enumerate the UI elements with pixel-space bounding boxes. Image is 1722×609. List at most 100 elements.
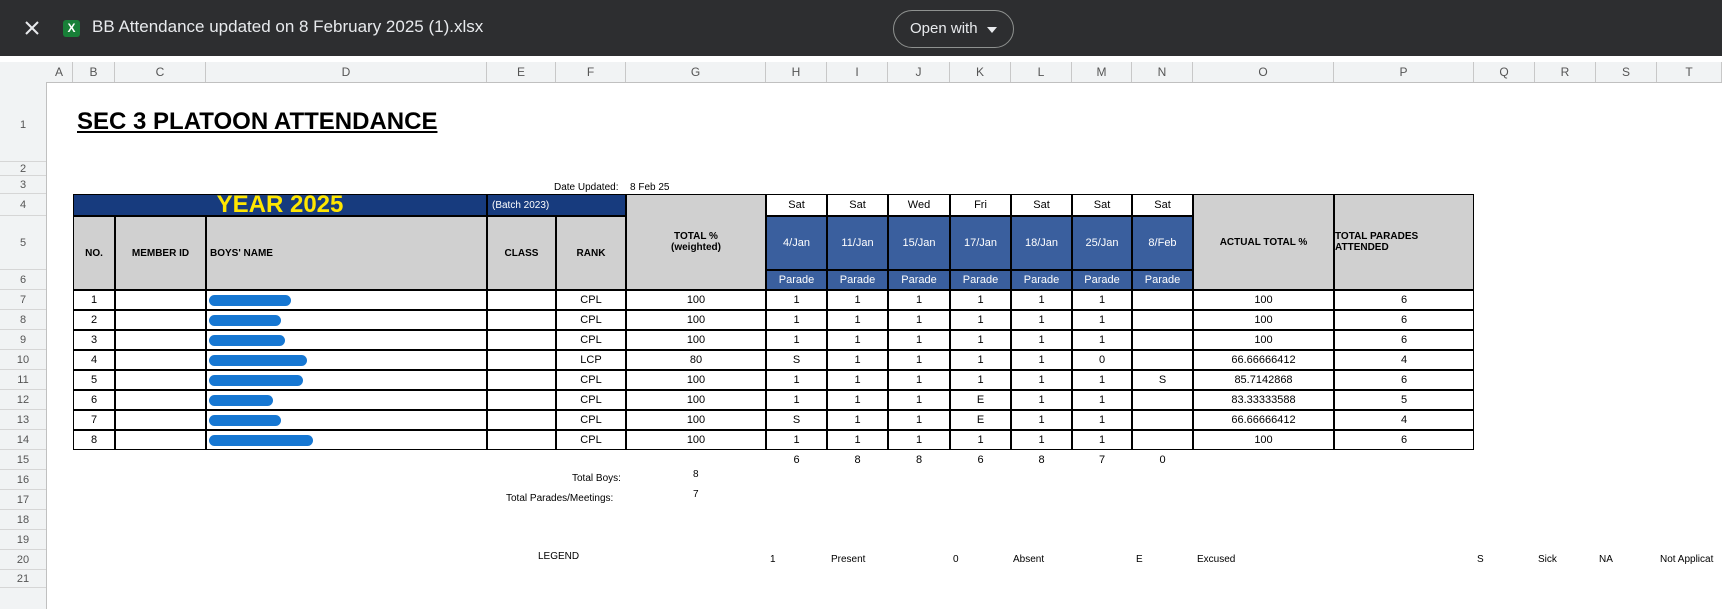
column-header-C[interactable]: C [115,62,206,82]
attendance-cell[interactable]: 1 [766,290,827,310]
column-header-L[interactable]: L [1011,62,1072,82]
member-name[interactable] [206,330,487,350]
column-header-I[interactable]: I [827,62,888,82]
member-class[interactable] [487,370,556,390]
attendance-cell[interactable]: 1 [827,370,888,390]
attendance-cell[interactable]: 1 [1011,350,1072,370]
column-header-G[interactable]: G [626,62,766,82]
date-day-0[interactable]: Sat [766,194,827,216]
member-no[interactable]: 7 [73,410,115,430]
column-total[interactable]: 0 [1132,450,1193,470]
row-header-1[interactable]: 1 [0,88,46,162]
attendance-cell[interactable] [1132,390,1193,410]
date-day-5[interactable]: Sat [1072,194,1132,216]
attendance-cell[interactable]: 1 [827,430,888,450]
total-pct-header[interactable]: TOTAL % (weighted) [626,194,766,290]
attendance-cell[interactable]: 1 [950,330,1011,350]
member-total-pct[interactable]: 100 [626,390,766,410]
row-header-12[interactable]: 12 [0,390,46,410]
attendance-cell[interactable] [1132,350,1193,370]
member-no[interactable]: 3 [73,330,115,350]
member-no[interactable]: 8 [73,430,115,450]
attendance-cell[interactable]: 1 [766,370,827,390]
member-rank[interactable]: CPL [556,410,626,430]
date-value-0[interactable]: 4/Jan [766,216,827,270]
attendance-cell[interactable]: 1 [766,330,827,350]
date-value-6[interactable]: 8/Feb [1132,216,1193,270]
date-value-3[interactable]: 17/Jan [950,216,1011,270]
date-day-4[interactable]: Sat [1011,194,1072,216]
attendance-cell[interactable]: 1 [888,330,950,350]
attendance-cell[interactable]: 1 [950,370,1011,390]
header-member-id[interactable]: MEMBER ID [115,216,206,290]
open-with-button[interactable]: Open with [893,10,1014,48]
row-header-4[interactable]: 4 [0,194,46,216]
attendance-cell[interactable]: 1 [950,350,1011,370]
member-class[interactable] [487,390,556,410]
member-no[interactable]: 2 [73,310,115,330]
member-id[interactable] [115,310,206,330]
member-name[interactable] [206,310,487,330]
date-type-6[interactable]: Parade [1132,270,1193,290]
attendance-cell[interactable]: 1 [1011,370,1072,390]
row-header-21[interactable]: 21 [0,570,46,588]
member-actual-total[interactable]: 66.66666412 [1193,350,1334,370]
member-total-pct[interactable]: 100 [626,410,766,430]
column-header-K[interactable]: K [950,62,1011,82]
column-header-Q[interactable]: Q [1474,62,1535,82]
column-header-P[interactable]: P [1334,62,1474,82]
member-rank[interactable]: LCP [556,350,626,370]
column-header-T[interactable]: T [1657,62,1722,82]
row-header-14[interactable]: 14 [0,430,46,450]
attendance-cell[interactable]: 1 [827,390,888,410]
attendance-cell[interactable]: 1 [888,350,950,370]
member-actual-total[interactable]: 66.66666412 [1193,410,1334,430]
member-total-pct[interactable]: 100 [626,430,766,450]
member-rank[interactable]: CPL [556,370,626,390]
date-type-4[interactable]: Parade [1011,270,1072,290]
attendance-cell[interactable]: 1 [1072,390,1132,410]
row-header-5[interactable]: 5 [0,216,46,270]
attendance-cell[interactable]: 1 [888,430,950,450]
attendance-cell[interactable]: 1 [888,390,950,410]
member-class[interactable] [487,410,556,430]
row-header-16[interactable]: 16 [0,470,46,490]
member-total-pct[interactable]: 100 [626,290,766,310]
attendance-cell[interactable]: 1 [1011,390,1072,410]
row-header-18[interactable]: 18 [0,510,46,530]
column-header-O[interactable]: O [1193,62,1334,82]
member-name[interactable] [206,410,487,430]
attendance-cell[interactable]: E [950,390,1011,410]
date-day-6[interactable]: Sat [1132,194,1193,216]
attendance-cell[interactable]: 1 [1011,330,1072,350]
column-total[interactable]: 6 [766,450,827,470]
attendance-cell[interactable]: 1 [766,310,827,330]
attendance-cell[interactable]: 1 [1011,430,1072,450]
attendance-cell[interactable]: 1 [888,310,950,330]
member-no[interactable]: 4 [73,350,115,370]
attendance-cell[interactable] [1132,410,1193,430]
batch-header[interactable]: (Batch 2023) [487,194,626,216]
attendance-cell[interactable]: E [950,410,1011,430]
attendance-cell[interactable]: 1 [1072,410,1132,430]
member-id[interactable] [115,290,206,310]
attendance-cell[interactable]: 1 [766,430,827,450]
attendance-cell[interactable]: S [766,410,827,430]
attendance-cell[interactable]: 1 [1011,310,1072,330]
column-total[interactable]: 7 [1072,450,1132,470]
header-rank[interactable]: RANK [556,216,626,290]
row-header-2[interactable]: 2 [0,162,46,176]
date-value-1[interactable]: 11/Jan [827,216,888,270]
date-type-3[interactable]: Parade [950,270,1011,290]
member-id[interactable] [115,410,206,430]
member-id[interactable] [115,350,206,370]
member-parades-attended[interactable]: 4 [1334,350,1474,370]
column-header-S[interactable]: S [1596,62,1657,82]
attendance-cell[interactable] [1132,310,1193,330]
column-header-N[interactable]: N [1132,62,1193,82]
attendance-cell[interactable]: 1 [1072,330,1132,350]
member-no[interactable]: 1 [73,290,115,310]
row-header-9[interactable]: 9 [0,330,46,350]
attendance-cell[interactable]: 1 [827,290,888,310]
member-parades-attended[interactable]: 5 [1334,390,1474,410]
